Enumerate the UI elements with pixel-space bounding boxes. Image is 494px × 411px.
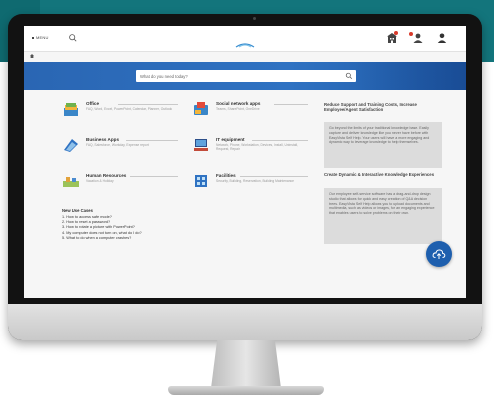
tile-facilities[interactable]: Facilities Security, Building, Reservati…	[192, 172, 310, 196]
social-network-icon	[194, 102, 208, 115]
business-apps-icon	[64, 139, 78, 152]
tile-social-network-apps[interactable]: Social network apps Teams, SharePoint, O…	[192, 100, 310, 124]
search-submit-icon[interactable]	[345, 72, 353, 80]
right-panel-text-1: Go beyond the limits of your traditional…	[324, 122, 442, 168]
screen: MENU What do you need today? Office FAQ,…	[24, 26, 466, 298]
right-panel-heading-2: Create Dynamic & Interactive Knowledge E…	[324, 172, 435, 177]
monitor-stand-neck	[211, 340, 281, 388]
menu-label: MENU	[36, 35, 49, 40]
tile-subtitle: Vacation & Holiday	[86, 179, 114, 183]
settings-user-icon[interactable]	[412, 32, 424, 44]
search-icon[interactable]	[68, 33, 78, 43]
menu-button[interactable]: MENU	[32, 35, 49, 40]
hero-gradient	[346, 62, 466, 90]
right-panel-heading-1: Reduce Support and Training Costs, Incre…	[324, 102, 417, 113]
human-resources-icon	[63, 177, 79, 187]
tile-divider	[126, 139, 178, 141]
tile-divider	[252, 139, 308, 141]
monitor-chin	[8, 304, 482, 340]
tile-title: Office	[86, 101, 100, 106]
home-icon[interactable]	[30, 54, 34, 58]
facilities-icon	[195, 175, 207, 187]
cloud-upload-icon	[432, 249, 446, 259]
top-bar: MENU	[24, 26, 466, 52]
tile-divider	[240, 175, 308, 177]
company-logo	[230, 35, 260, 48]
tile-title: Human Resources	[86, 173, 127, 178]
notification-badge	[394, 31, 398, 35]
tile-office[interactable]: Office FAQ, Word, Excel, PowerPoint, Cal…	[62, 100, 180, 124]
tile-it-equipment[interactable]: IT equipment Network, Phone, Workstation…	[192, 136, 310, 160]
tile-business-apps[interactable]: Business Apps FAQ, Salesforce, Workday, …	[62, 136, 180, 160]
tile-title: Social network apps	[216, 101, 261, 106]
new-use-cases: New Use Cases 1. How to access safe mode…	[62, 208, 222, 241]
tile-divider	[118, 103, 178, 105]
office-folders-icon	[64, 103, 78, 116]
it-equipment-icon	[194, 139, 208, 151]
use-case-link[interactable]: 5. What to do when a computer crashes?	[62, 236, 222, 241]
new-use-cases-title: New Use Cases	[62, 208, 93, 213]
tile-divider	[274, 103, 308, 105]
logo-mark-icon	[235, 43, 255, 48]
user-profile-icon[interactable]	[436, 32, 448, 44]
tile-subtitle: Network, Phone, Workstation, Devices, In…	[216, 143, 299, 152]
alert-badge	[409, 32, 413, 36]
monitor-stand-foot	[168, 386, 324, 395]
tile-subtitle: FAQ, Salesforce, Workday, Expense report	[86, 143, 149, 147]
tile-subtitle: Teams, SharePoint, OneDrive	[216, 107, 260, 111]
tile-subtitle: Security, Building, Reservation, Buildin…	[216, 179, 295, 183]
tile-human-resources[interactable]: Human Resources Vacation & Holiday	[62, 172, 180, 196]
tile-title: Business Apps	[86, 137, 120, 142]
main-search-input[interactable]	[136, 70, 336, 82]
menu-icon	[32, 36, 34, 39]
right-panel-text-2: Our employee self-service software has a…	[324, 188, 442, 244]
tile-title: Facilities	[216, 173, 236, 178]
tile-subtitle: FAQ, Word, Excel, PowerPoint, Calendar, …	[86, 107, 173, 111]
tile-divider	[130, 175, 178, 177]
main-search-box	[136, 70, 356, 82]
tile-title: IT equipment	[216, 137, 245, 142]
monitor-camera	[253, 17, 256, 20]
help-chat-button[interactable]	[426, 241, 452, 267]
